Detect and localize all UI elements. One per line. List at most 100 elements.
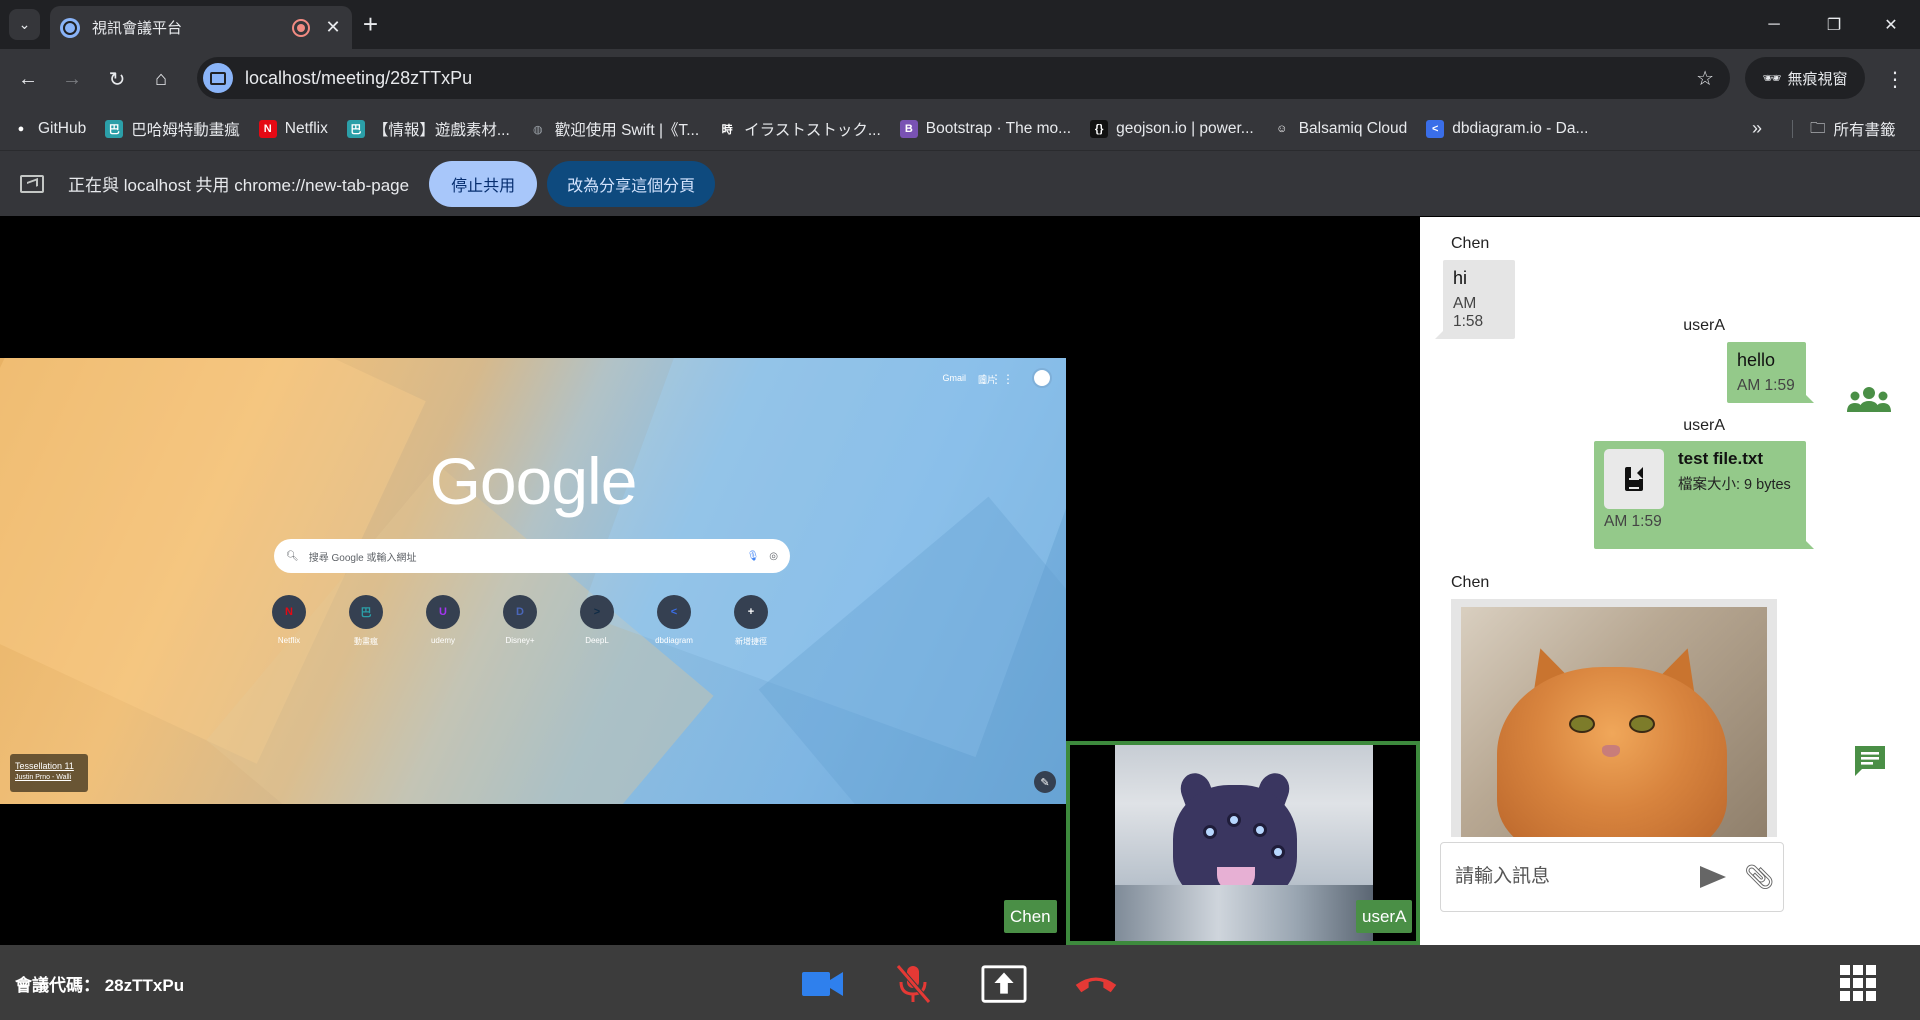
bookmarks-divider xyxy=(1792,120,1793,138)
plush-eye xyxy=(1271,845,1285,859)
send-icon[interactable] xyxy=(1700,857,1726,897)
bookmark-globe[interactable]: ◍ 歡迎使用 Swift |《T... xyxy=(529,118,699,140)
apps-grid-icon[interactable] xyxy=(1840,965,1876,1001)
shared-screen-video: Gmail 圖片 ⋮⋮⋮ Google 🔍︎ 搜尋 Google 或輸入網址 🎙… xyxy=(0,358,1066,804)
reload-icon[interactable]: ↻ xyxy=(101,63,133,95)
bookmark-bahamut[interactable]: 巴巴哈姆特動畫瘋 xyxy=(105,118,240,140)
self-video-tile[interactable]: userA xyxy=(1066,741,1420,945)
more-bookmarks-chevron-icon[interactable]: » xyxy=(1752,118,1762,139)
bookmark-balsamiq[interactable]: ☺ Balsamiq Cloud xyxy=(1273,120,1408,138)
credit-title: Tessellation 11 xyxy=(15,761,74,771)
plush-eye xyxy=(1227,813,1241,827)
shortcut-label: Disney+ xyxy=(505,636,535,645)
ntp-shortcut: 巴動畫瘋 xyxy=(347,595,385,647)
orange-cat-photo[interactable] xyxy=(1461,607,1767,837)
hang-up-icon[interactable] xyxy=(1073,961,1119,1007)
message-time: AM 1:58 xyxy=(1453,295,1484,330)
window-minimize-icon[interactable]: ─ xyxy=(1745,0,1803,49)
meeting-code: 會議代碼： 28zTTxPu xyxy=(15,976,185,995)
paperclip-icon[interactable]: 📎︎ xyxy=(1744,857,1774,897)
home-icon[interactable]: ⌂ xyxy=(145,63,177,95)
cat-nose xyxy=(1602,745,1620,757)
file-name: test file.txt xyxy=(1678,449,1764,468)
search-icon: 🔍︎ xyxy=(286,550,299,562)
message-text: hello xyxy=(1737,350,1776,370)
customize-pencil-icon: ✎ xyxy=(1034,771,1056,793)
outgoing-message-bubble: hello AM 1:59 xyxy=(1727,342,1814,403)
screen-share-icon xyxy=(20,174,44,193)
apps-grid-icon: ⋮⋮⋮ xyxy=(978,372,1014,386)
back-arrow-icon[interactable]: ← xyxy=(12,63,44,95)
blanket xyxy=(1115,885,1373,941)
site-favicon-icon xyxy=(60,17,80,38)
bahamut-icon: 巴 xyxy=(346,120,365,138)
window-restore-icon[interactable]: ❐ xyxy=(1805,0,1863,49)
bookmark-label: Netflix xyxy=(284,120,328,137)
ntp-shortcut: < dbdiagram xyxy=(655,595,693,647)
bookmark-bootstrap[interactable]: B Bootstrap · The mo... xyxy=(899,120,1071,138)
globe-icon: ◍ xyxy=(532,123,543,136)
stop-sharing-button[interactable]: 停止共用 xyxy=(429,160,538,207)
wallpaper-credit: Tessellation 11 Justin Prno - Walli xyxy=(10,754,88,792)
outgoing-file-bubble[interactable]: test file.txt 檔案大小: 9 bytes AM 1:59 xyxy=(1594,441,1814,549)
window-close-icon[interactable]: ✕ xyxy=(1862,0,1920,49)
cat-eye xyxy=(1569,715,1595,733)
message-time: AM 1:59 xyxy=(1604,513,1662,530)
bookmark-star-icon[interactable]: ☆ xyxy=(1696,66,1714,91)
credit-author: Justin Prno - Walli xyxy=(15,774,72,781)
bookmark-geojson[interactable]: {} geojson.io | power... xyxy=(1090,120,1254,138)
share-this-tab-button[interactable]: 改為分享這個分頁 xyxy=(547,160,716,207)
message-sender: userA xyxy=(1683,417,1725,434)
forward-arrow-icon[interactable]: → xyxy=(56,63,88,95)
shortcut-icon: U xyxy=(426,595,460,629)
camera-icon[interactable] xyxy=(800,961,846,1007)
tab-search-dropdown-icon[interactable]: ⌄ xyxy=(9,9,40,40)
chat-bubble-icon[interactable] xyxy=(1851,742,1889,780)
incognito-icon: 🕶 xyxy=(1762,70,1782,87)
share-screen-icon[interactable] xyxy=(981,961,1027,1007)
browser-tab-bar: ⌄ 視訊會議平台 ✕ + ─ ❐ ✕ xyxy=(0,0,1920,49)
file-size: 檔案大小: 9 bytes xyxy=(1678,477,1791,493)
incoming-image-bubble[interactable] xyxy=(1451,599,1777,837)
shortcut-icon: > xyxy=(580,595,614,629)
address-bar[interactable]: localhost/meeting/28zTTxPu ☆ xyxy=(197,57,1730,99)
shortcut-icon: < xyxy=(657,595,691,629)
balsamiq-icon: ☺ xyxy=(1276,123,1288,135)
all-bookmarks-folder[interactable]: 🗀 所有書籤 xyxy=(1810,108,1896,150)
chat-panel: Chen hi AM 1:58 userA hello AM 1:59 user… xyxy=(1420,217,1920,945)
message-sender: userA xyxy=(1683,317,1725,334)
message-input[interactable] xyxy=(1455,866,1700,888)
screen-share-infobar: 正在與 localhost 共用 chrome://new-tab-page 停… xyxy=(0,150,1920,216)
incoming-message-bubble: hi AM 1:58 xyxy=(1435,260,1515,339)
side-rail xyxy=(1820,217,1920,945)
shortcut-icon: D xyxy=(503,595,537,629)
file-attachment[interactable]: test file.txt 檔案大小: 9 bytes xyxy=(1604,449,1796,509)
shortcut-label: Netflix xyxy=(277,636,301,645)
github-icon: ● xyxy=(17,123,25,135)
new-tab-plus-icon[interactable]: + xyxy=(355,9,386,40)
self-name-tag: userA xyxy=(1356,900,1413,933)
bookmark-dbdiagram[interactable]: < dbdiagram.io - Da... xyxy=(1426,120,1588,138)
browser-tab-active[interactable]: 視訊會議平台 ✕ xyxy=(50,6,352,49)
incognito-profile-button[interactable]: 🕶 無痕視窗 xyxy=(1745,57,1865,99)
shortcut-icon: N xyxy=(272,595,306,629)
chat-message-list[interactable]: Chen hi AM 1:58 userA hello AM 1:59 user… xyxy=(1420,217,1820,837)
site-camera-icon[interactable] xyxy=(203,63,233,93)
microphone-off-icon[interactable] xyxy=(890,961,936,1007)
tab-close-icon[interactable]: ✕ xyxy=(324,17,342,38)
bookmark-label: 【情報】遊戲素材... xyxy=(372,122,510,139)
browser-menu-icon[interactable]: ⋮ xyxy=(1880,63,1910,95)
ntp-search-placeholder: 搜尋 Google 或輸入網址 xyxy=(308,552,417,564)
bookmark-bahamut[interactable]: 巴【情報】遊戲素材... xyxy=(346,118,510,140)
shortcut-label: 動畫瘋 xyxy=(354,637,378,646)
message-sender: Chen xyxy=(1451,574,1490,591)
bookmark-github[interactable]: ● GitHub xyxy=(12,120,87,138)
chat-compose: 📎︎ xyxy=(1440,842,1784,912)
bookmark-netflix[interactable]: N Netflix xyxy=(258,120,328,138)
participants-icon[interactable] xyxy=(1843,382,1895,418)
url-text[interactable]: localhost/meeting/28zTTxPu xyxy=(245,68,1696,89)
bookmark-label: 歡迎使用 Swift |《T... xyxy=(554,122,700,139)
bahamut-icon: 巴 xyxy=(105,120,124,138)
bookmark-label: Balsamiq Cloud xyxy=(1298,120,1408,137)
bookmark-jiji[interactable]: 時イラストストック... xyxy=(718,118,881,140)
